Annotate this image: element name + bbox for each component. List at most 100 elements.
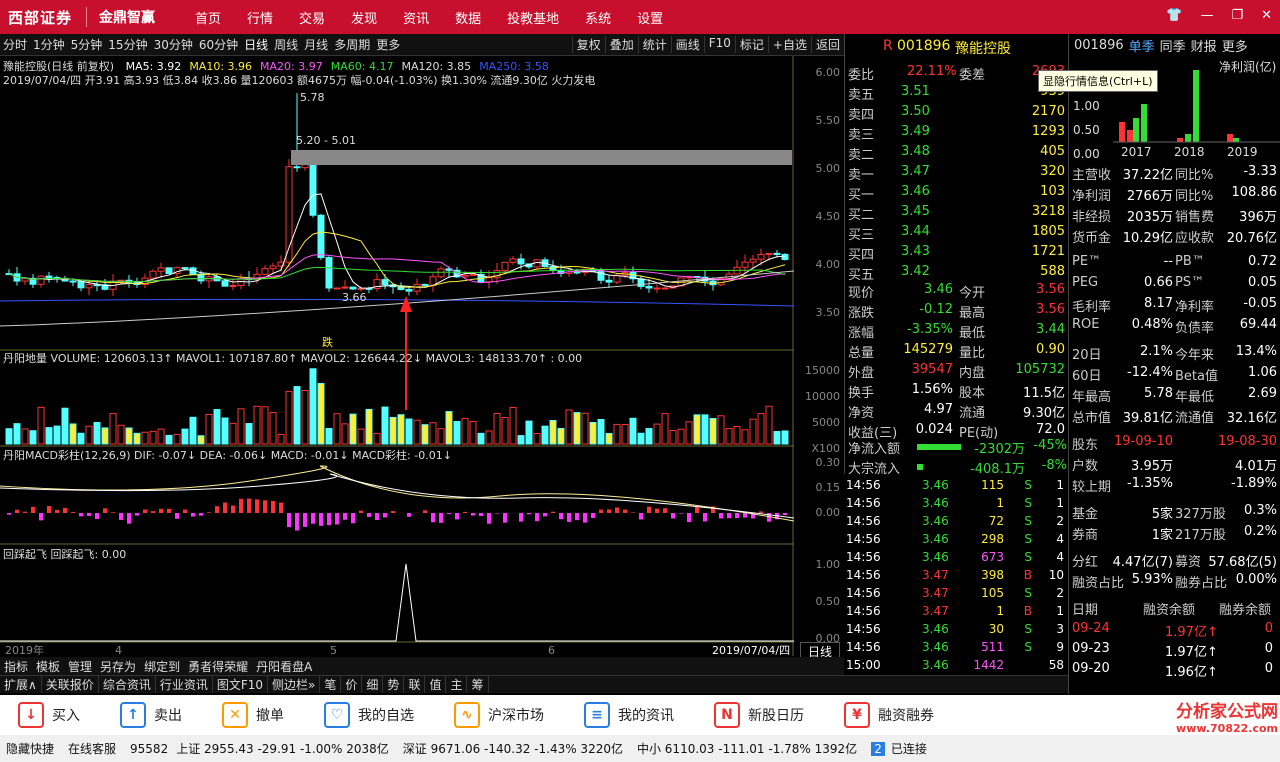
- bottom-tab-12[interactable]: 主: [446, 676, 468, 693]
- tool-button-7[interactable]: 返回: [810, 36, 844, 53]
- skin-icon[interactable]: 👕: [1166, 8, 1182, 23]
- macd-bar: [303, 513, 307, 527]
- period-tab-9[interactable]: 多周期: [334, 36, 370, 53]
- indicator-tab-6[interactable]: 丹阳看盘A: [252, 658, 316, 675]
- price-tick-0: 6.00: [815, 66, 841, 79]
- macd-bar: [263, 500, 267, 513]
- action-0[interactable]: ↓ 买入: [18, 702, 80, 728]
- bottom-tab-3[interactable]: 行业资讯: [156, 676, 213, 693]
- period-tab-5[interactable]: 60分钟: [199, 36, 238, 53]
- sh-index[interactable]: 上证 2955.43 -29.91 -1.00% 2038亿: [176, 740, 389, 757]
- indicator-tab-5[interactable]: 勇者得荣耀: [184, 658, 252, 675]
- tool-button-2[interactable]: 统计: [637, 36, 671, 53]
- indicator-tab-0[interactable]: 指标: [0, 658, 32, 675]
- ma-line: [8, 193, 786, 289]
- bottom-tab-0[interactable]: 扩展∧: [0, 676, 42, 693]
- period-tab-6[interactable]: 日线: [244, 36, 268, 53]
- price-range-band: [291, 150, 792, 165]
- action-1[interactable]: ↑ 卖出: [120, 702, 182, 728]
- finance-row: 20日 2.1% 今年来 13.4%: [1072, 344, 1277, 363]
- volume-bar: [621, 423, 629, 445]
- indicator-tab-3[interactable]: 另存为: [96, 658, 140, 675]
- action-4[interactable]: ∿ 沪深市场: [454, 702, 544, 728]
- bottom-tab-9[interactable]: 势: [383, 676, 405, 693]
- period-tab-1[interactable]: 1分钟: [33, 36, 65, 53]
- menu-item-5[interactable]: 数据: [455, 8, 481, 27]
- bottom-tab-1[interactable]: 关联报价: [42, 676, 99, 693]
- menu-item-6[interactable]: 投教基地: [507, 8, 559, 27]
- menu-item-4[interactable]: 资讯: [403, 8, 429, 27]
- volume-bar: [781, 430, 789, 445]
- finance-tab-2[interactable]: 同季: [1160, 36, 1186, 55]
- ma-line: [8, 254, 786, 284]
- action-icon-3: ♡: [324, 702, 350, 728]
- bottom-tab-5[interactable]: 侧边栏»: [268, 676, 321, 693]
- period-tab-10[interactable]: 更多: [376, 36, 400, 53]
- finance-tab-4[interactable]: 更多: [1222, 36, 1248, 55]
- bottom-tab-13[interactable]: 筹: [467, 676, 489, 693]
- finance-row: 基金 5家 327万股 0.3%: [1072, 503, 1277, 522]
- menu-item-8[interactable]: 设置: [637, 8, 663, 27]
- minimize-icon[interactable]: —: [1200, 8, 1213, 23]
- action-6[interactable]: N 新股日历: [714, 702, 804, 728]
- menu-item-0[interactable]: 首页: [195, 8, 221, 27]
- price-tick-4: 4.00: [815, 258, 841, 271]
- indicator-tab-2[interactable]: 管理: [64, 658, 96, 675]
- sz-index[interactable]: 深证 9671.06 -140.32 -1.43% 3220亿: [403, 740, 623, 757]
- bottom-tab-4[interactable]: 图文F10: [213, 676, 269, 693]
- macd-tick-2: 0.00: [815, 506, 841, 519]
- period-tab-0[interactable]: 分时: [3, 36, 27, 53]
- volume-bar: [709, 418, 717, 445]
- close-icon[interactable]: ✕: [1261, 8, 1272, 23]
- bottom-tab-8[interactable]: 细: [362, 676, 384, 693]
- tick-list[interactable]: 14:56 3.46 115 S 1 14:56 3.46 1 S 1 14:56 3.46 72 S 2 1…: [844, 474, 1068, 674]
- period-tab-7[interactable]: 周线: [274, 36, 298, 53]
- finance-tab-1[interactable]: 单季: [1129, 36, 1155, 55]
- tool-button-4[interactable]: F10: [703, 36, 735, 53]
- menu-item-7[interactable]: 系统: [585, 8, 611, 27]
- ma120-line: [0, 270, 794, 327]
- online-service-link[interactable]: 在线客服: [68, 740, 116, 757]
- bottom-tab-6[interactable]: 笔: [320, 676, 342, 693]
- volume-bar: [109, 413, 117, 445]
- period-tab-4[interactable]: 30分钟: [154, 36, 193, 53]
- menu-item-3[interactable]: 发现: [351, 8, 377, 27]
- indicator-tab-4[interactable]: 绑定到: [140, 658, 184, 675]
- period-tab-2[interactable]: 5分钟: [71, 36, 103, 53]
- menu-item-2[interactable]: 交易: [299, 8, 325, 27]
- menu-item-1[interactable]: 行情: [247, 8, 273, 27]
- tool-button-1[interactable]: 叠加: [604, 36, 638, 53]
- huicai-line: [0, 563, 794, 642]
- period-tab-8[interactable]: 月线: [304, 36, 328, 53]
- bottom-tab-11[interactable]: 值: [425, 676, 447, 693]
- indicator-tab-1[interactable]: 模板: [32, 658, 64, 675]
- bottom-tab-2[interactable]: 综合资讯: [99, 676, 156, 693]
- bid-row: 买五 3.42 588: [848, 264, 1065, 283]
- action-5[interactable]: ≡ 我的资讯: [584, 702, 674, 728]
- tool-buttons: 复权 叠加 统计 画线 F10 标记 +自选 返回: [571, 36, 844, 53]
- action-3[interactable]: ♡ 我的自选: [324, 702, 414, 728]
- tool-button-5[interactable]: 标记: [734, 36, 768, 53]
- tool-button-3[interactable]: 画线: [670, 36, 704, 53]
- volume-bar: [69, 423, 77, 445]
- volume-bar: [637, 432, 645, 445]
- volume-bar: [213, 409, 221, 445]
- maximize-icon[interactable]: ❐: [1231, 8, 1243, 23]
- margin-row: 09-20 1.96亿↑ 0: [1072, 661, 1273, 680]
- action-7[interactable]: ¥ 融资融券: [844, 702, 934, 728]
- profit-bar: [1127, 130, 1133, 142]
- macd-bar: [63, 507, 67, 513]
- bottom-tab-7[interactable]: 价: [341, 676, 363, 693]
- tool-button-6[interactable]: +自选: [767, 36, 811, 53]
- margin-header: 日期 融资余额 融券余额: [1072, 603, 1272, 618]
- hide-shortcut-button[interactable]: 隐藏快捷: [6, 740, 54, 757]
- stock-header[interactable]: R 001896 豫能控股: [845, 36, 1069, 57]
- finance-tab-3[interactable]: 财报: [1191, 36, 1217, 55]
- finance-tab-0[interactable]: 001896: [1074, 38, 1124, 53]
- period-tab-3[interactable]: 15分钟: [108, 36, 147, 53]
- tool-button-0[interactable]: 复权: [571, 36, 605, 53]
- zx-index[interactable]: 中小 6110.03 -111.01 -1.78% 1392亿: [637, 740, 857, 757]
- action-2[interactable]: ✕ 撤单: [222, 702, 284, 728]
- bottom-tab-10[interactable]: 联: [404, 676, 426, 693]
- quote-row: 外盘 39547 内盘 105732: [848, 362, 1065, 381]
